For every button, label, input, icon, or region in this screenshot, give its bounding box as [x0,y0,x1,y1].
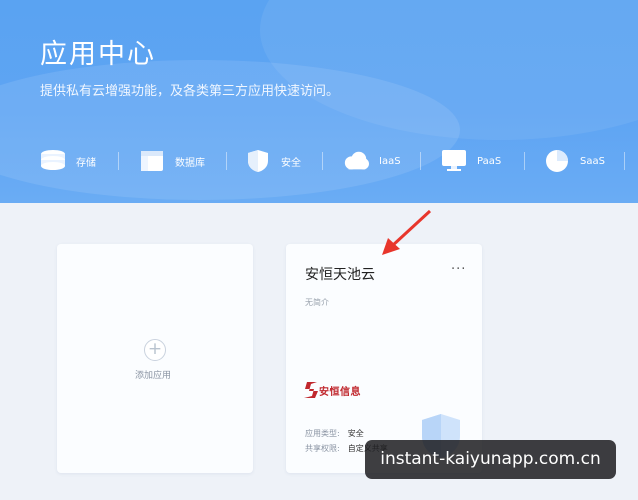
divider [624,152,625,170]
pie-icon [544,148,570,174]
divider [420,152,421,170]
app-type-value: 安全 [347,429,364,438]
divider [322,152,323,170]
app-logo: 安恒信息 [303,379,367,401]
logo-mark-icon [304,382,318,398]
category-label: 存储 [76,157,96,169]
add-app-label: 添加应用 [135,371,172,381]
app-type-row: 应用类型: 安全 [305,428,364,439]
category-iaas[interactable]: IaaS [343,142,401,180]
watermark-overlay: instant-kaiyunapp.com.cn [365,440,616,479]
app-title: 安恒天池云 [305,267,375,283]
app-description: 无简介 [305,298,329,307]
category-label: 安全 [281,157,301,169]
red-arrow-icon [382,209,432,255]
category-storage[interactable]: 存储 [40,142,96,180]
storage-icon [40,148,66,174]
category-bar: 存储 数据库 安全 IaaS PaaS SaaS [0,142,638,180]
logo-text: 安恒信息 [319,386,361,398]
database-icon [139,148,165,174]
category-label: SaaS [580,155,605,167]
category-database[interactable]: 数据库 [139,142,205,180]
shield-icon [245,148,271,174]
more-options-button[interactable]: ··· [451,262,466,277]
share-permission-label: 共享权限: [305,444,340,453]
plus-icon[interactable]: + [144,339,166,361]
category-label: PaaS [477,155,502,167]
category-security[interactable]: 安全 [245,142,301,180]
divider [226,152,227,170]
monitor-icon [441,148,467,174]
category-paas[interactable]: PaaS [441,142,501,180]
category-saas[interactable]: SaaS [544,142,605,180]
divider [524,152,525,170]
category-label: IaaS [379,155,401,167]
page-subtitle: 提供私有云增强功能，及各类第三方应用快速访问。 [40,84,340,99]
category-label: 数据库 [175,157,205,169]
divider [118,152,119,170]
cloud-icon [343,148,369,174]
app-type-label: 应用类型: [305,429,340,438]
page-title: 应用中心 [40,39,156,70]
